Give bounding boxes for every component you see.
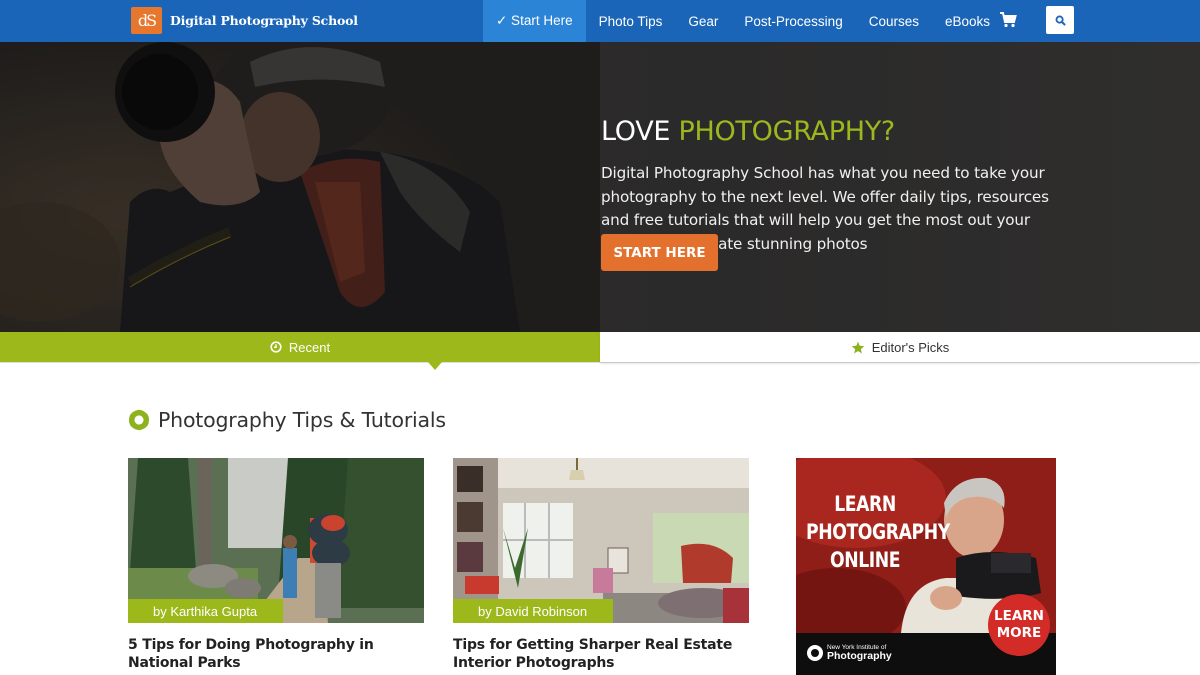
nyip-emblem-icon bbox=[807, 645, 823, 661]
learn-more-button[interactable]: LEARN MORE bbox=[988, 594, 1050, 656]
nav-item-photo-tips[interactable]: Photo Tips bbox=[586, 0, 676, 42]
article-card[interactable]: by David Robinson Tips for Getting Sharp… bbox=[453, 458, 749, 672]
nav-item-start-here[interactable]: ✓ Start Here bbox=[483, 0, 586, 42]
star-icon bbox=[851, 341, 865, 354]
content-tabs: Recent Editor's Picks bbox=[0, 332, 1200, 370]
learn-more-line: LEARN bbox=[994, 608, 1044, 624]
article-thumbnail[interactable]: by Karthika Gupta bbox=[128, 458, 424, 623]
nav-item-gear[interactable]: Gear bbox=[675, 0, 731, 42]
site-logo[interactable]: dS Digital Photography School bbox=[131, 7, 358, 34]
logo-mark: dS bbox=[131, 7, 162, 34]
ad-headline: LEARN PHOTOGRAPHY ONLINE bbox=[806, 490, 950, 574]
hero-title-accent: PHOTOGRAPHY? bbox=[678, 116, 895, 147]
search-icon bbox=[1055, 15, 1066, 26]
top-navbar: dS Digital Photography School ✓ Start He… bbox=[0, 0, 1200, 42]
nyip-advertisement[interactable]: LEARN PHOTOGRAPHY ONLINE LEARN MORE New … bbox=[796, 458, 1056, 675]
hero-title: LOVE PHOTOGRAPHY? bbox=[601, 116, 895, 147]
ad-brand-big: Photography bbox=[827, 650, 892, 662]
site-name: Digital Photography School bbox=[170, 13, 358, 28]
aperture-icon bbox=[128, 409, 150, 431]
tab-recent-label: Recent bbox=[288, 339, 331, 355]
article-title[interactable]: Tips for Getting Sharper Real Estate Int… bbox=[453, 636, 749, 672]
tab-editors-picks[interactable]: Editor's Picks bbox=[600, 332, 1200, 362]
ad-headline-line: ONLINE bbox=[829, 548, 901, 572]
hero-title-white: LOVE bbox=[601, 116, 671, 147]
section-header: Photography Tips & Tutorials bbox=[128, 408, 446, 432]
article-card[interactable]: by Karthika Gupta 5 Tips for Doing Photo… bbox=[128, 458, 424, 672]
main-menu: ✓ Start Here Photo Tips Gear Post-Proces… bbox=[483, 0, 1003, 42]
tab-recent[interactable]: Recent bbox=[0, 332, 600, 370]
ad-headline-line: LEARN bbox=[834, 492, 896, 516]
section-title: Photography Tips & Tutorials bbox=[158, 408, 446, 432]
search-button[interactable] bbox=[1046, 6, 1074, 34]
hero-photographer-image bbox=[0, 42, 600, 332]
nav-item-ebooks[interactable]: eBooks bbox=[932, 0, 1003, 42]
learn-more-line: MORE bbox=[996, 625, 1042, 641]
article-author[interactable]: by Karthika Gupta bbox=[128, 599, 284, 623]
article-title[interactable]: 5 Tips for Doing Photography in National… bbox=[128, 636, 424, 672]
tab-editors-picks-label: Editor's Picks bbox=[871, 339, 950, 355]
hero-banner: LOVE PHOTOGRAPHY? Digital Photography Sc… bbox=[0, 42, 1200, 332]
article-thumbnail[interactable]: by David Robinson bbox=[453, 458, 749, 623]
nav-item-courses[interactable]: Courses bbox=[856, 0, 932, 42]
article-author[interactable]: by David Robinson bbox=[453, 599, 614, 623]
nyip-logo: New York Institute of Photography bbox=[806, 644, 892, 662]
shopping-cart-icon[interactable] bbox=[999, 11, 1017, 29]
nav-item-post-processing[interactable]: Post-Processing bbox=[731, 0, 855, 42]
start-here-button[interactable]: START HERE bbox=[601, 234, 718, 271]
clock-icon bbox=[270, 341, 282, 353]
ad-headline-line: PHOTOGRAPHY bbox=[806, 520, 950, 544]
